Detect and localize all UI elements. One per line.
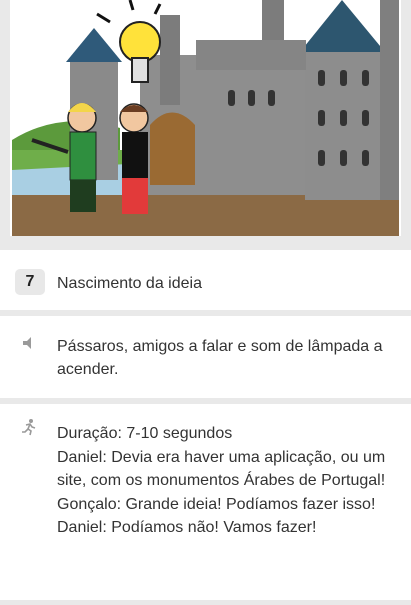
panel-title[interactable]: Nascimento da ideia xyxy=(57,275,202,293)
notes-line-daniel-1: Daniel: Devia era haver uma aplicação, o… xyxy=(57,448,386,490)
storyboard-illustration xyxy=(0,0,411,236)
notes-line-duration: Duração: 7-10 segundos xyxy=(57,425,233,442)
panel-number-badge: 7 xyxy=(15,269,45,295)
sound-description[interactable]: Pássaros, amigos a falar e som de lâmpad… xyxy=(57,335,397,381)
notes-line-goncalo: Gonçalo: Grande ideia! Podíamos fazer is… xyxy=(57,495,376,513)
notes-text[interactable]: Duração: 7-10 segundos Daniel: Devia era… xyxy=(57,422,397,540)
speaker-icon xyxy=(20,334,38,352)
notes-line-daniel-2: Daniel: Podíamos não! Vamos fazer! xyxy=(57,519,317,536)
castle-scene-image xyxy=(10,0,401,236)
running-person-icon xyxy=(20,418,38,436)
